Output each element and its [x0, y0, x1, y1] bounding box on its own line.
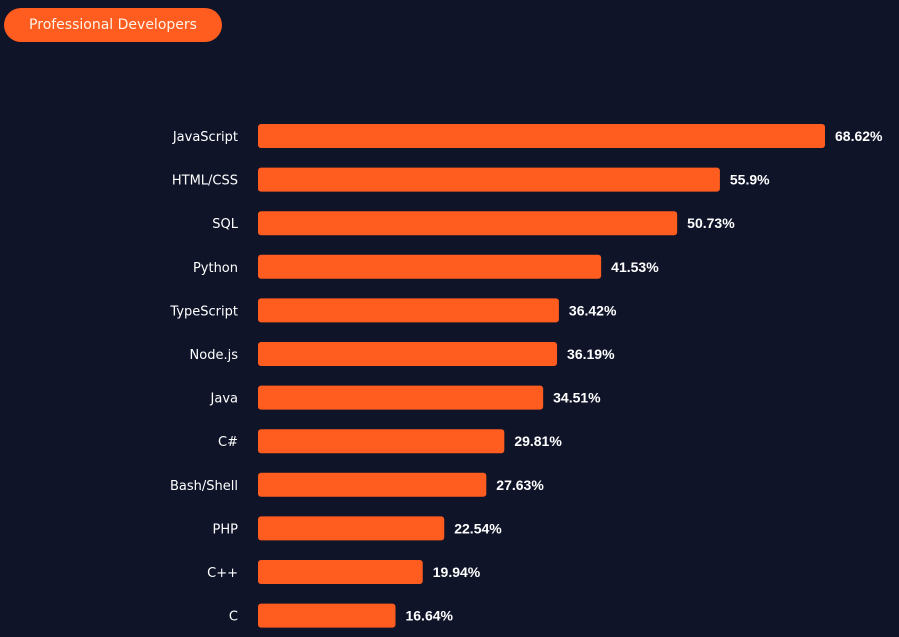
category-label: TypeScript	[169, 304, 238, 319]
category-label: C++	[207, 566, 238, 581]
category-label: PHP	[213, 522, 239, 537]
bar-php	[258, 516, 445, 541]
value-label: 27.63%	[496, 477, 544, 493]
category-label: Python	[193, 261, 238, 276]
bar-java	[258, 385, 544, 410]
bar-html-css	[258, 167, 720, 192]
value-label: 16.64%	[405, 608, 453, 624]
bar-sql	[258, 211, 678, 236]
category-label: Java	[210, 392, 238, 407]
value-label: 34.51%	[553, 390, 601, 406]
value-label: 41.53%	[611, 259, 659, 275]
value-label: 19.94%	[433, 564, 481, 580]
bar-c	[258, 429, 505, 454]
bar-c	[258, 560, 423, 584]
bar-bash-shell	[258, 472, 487, 497]
value-label: 68.62%	[835, 128, 883, 144]
bar-javascript	[258, 124, 825, 148]
value-label: 55.9%	[730, 172, 770, 188]
bar-typescript	[258, 298, 559, 323]
bar-python	[258, 254, 602, 279]
bar-c	[258, 603, 396, 628]
bar-node-js	[258, 342, 558, 366]
category-label: C#	[218, 435, 238, 450]
category-label: C	[229, 610, 238, 625]
category-label: HTML/CSS	[172, 174, 238, 189]
category-label: Bash/Shell	[170, 479, 238, 494]
value-label: 50.73%	[687, 215, 735, 231]
value-label: 36.42%	[569, 302, 617, 318]
category-label: Node.js	[190, 348, 239, 363]
value-label: 29.81%	[514, 433, 562, 449]
value-label: 22.54%	[454, 520, 502, 536]
bar-chart: JavaScript 68.62% HTML/CSS 55.9% SQL 50.73% Py…	[169, 124, 883, 628]
value-label: 36.19%	[567, 346, 615, 362]
category-label: SQL	[212, 217, 238, 232]
category-label: JavaScript	[172, 130, 238, 145]
